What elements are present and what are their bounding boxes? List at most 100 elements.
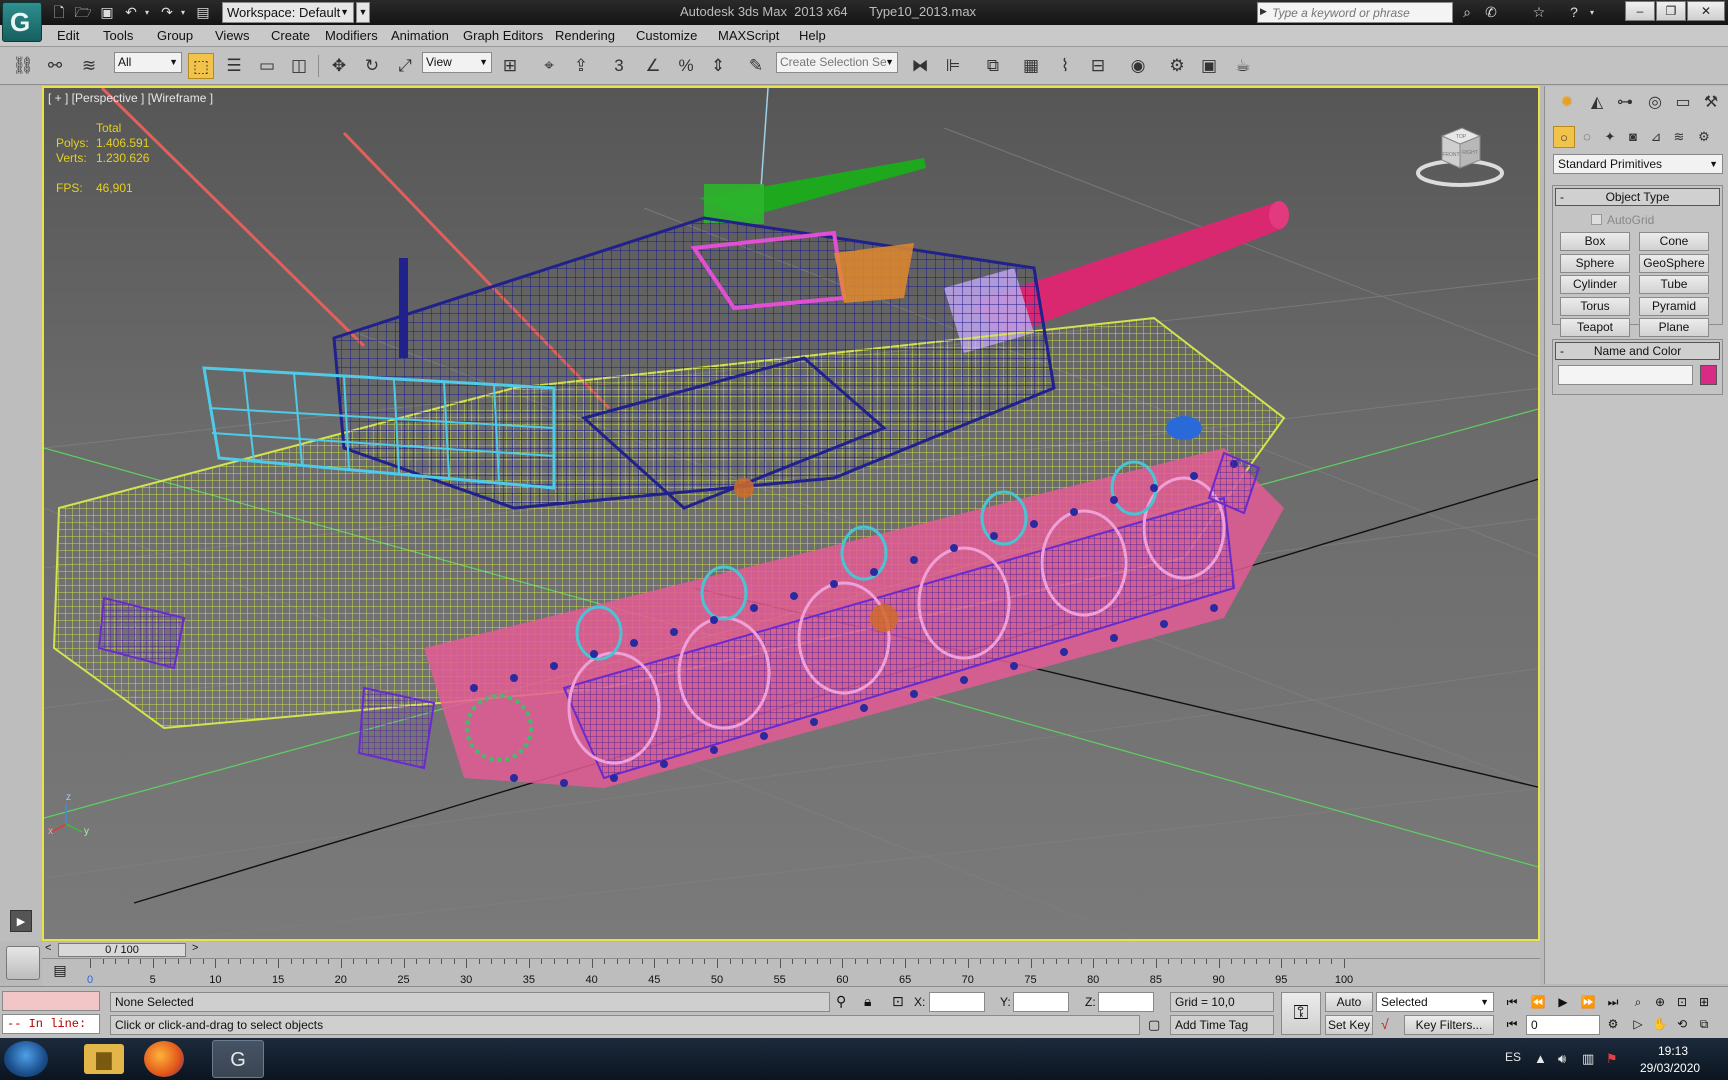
box-button[interactable]: Box [1560,232,1630,251]
time-tag-icon[interactable]: ▢ [1148,1017,1160,1033]
object-category-dropdown[interactable]: Standard Primitives ▼ [1553,154,1723,174]
create-tab-icon[interactable]: ✹ [1555,91,1579,115]
geometry-icon[interactable]: ○ [1553,126,1575,148]
maximize-button[interactable]: ❐ [1656,1,1686,21]
current-frame-field[interactable]: 0 [1526,1015,1600,1035]
auto-key-button[interactable]: Auto Key [1325,992,1373,1027]
object-type-rollout-header[interactable]: - Object Type [1555,188,1720,206]
zoom-extents-icon[interactable]: ⊡ [1672,993,1692,1011]
quick-access-customize-icon[interactable]: ▼ [356,2,370,23]
unlink-selection-icon[interactable]: ⚯ [42,53,68,79]
render-setup-icon[interactable]: ⚙ [1164,53,1190,79]
menu-maxscript[interactable]: MAXScript [718,28,779,43]
time-slider[interactable]: 0 / 100 [58,943,186,957]
bind-to-space-warp-icon[interactable]: ≋ [76,53,102,79]
percent-snap-icon[interactable]: % [673,53,699,79]
helpers-icon[interactable]: ⊿ [1645,126,1667,148]
cylinder-button[interactable]: Cylinder [1560,275,1630,294]
lights-icon[interactable]: ✦ [1599,126,1621,148]
hierarchy-tab-icon[interactable]: ⊶ [1613,91,1637,115]
select-and-scale-icon[interactable]: ⤢ [392,53,418,79]
close-button[interactable]: ✕ [1687,1,1725,21]
selection-filter-dropdown[interactable]: All ▼ [114,52,182,73]
key-filters-button[interactable]: Key Filters... [1404,1015,1494,1035]
isolate-selection-icon[interactable]: ⚲ [836,993,846,1010]
set-key-button[interactable]: Set Key [1325,1015,1373,1035]
binoculars-icon[interactable]: ⌕ [1458,4,1476,21]
material-editor-icon[interactable]: ◉ [1125,53,1151,79]
mirror-icon[interactable]: ⧓ [907,53,933,79]
rendered-frame-window-icon[interactable]: ▣ [1196,53,1222,79]
set-key-mode-icon[interactable]: ⚿ [1281,992,1321,1035]
space-warps-icon[interactable]: ≋ [1668,126,1690,148]
render-production-icon[interactable]: ☕ [1230,53,1256,79]
zoom-extents-all-icon[interactable]: ⊞ [1694,993,1714,1011]
save-icon[interactable]: ▣ [98,4,116,21]
project-icon[interactable]: ▤ [194,4,212,21]
keyboard-shortcut-override-icon[interactable]: ⇪ [568,53,594,79]
absolute-mode-icon[interactable]: ⊡ [892,993,904,1010]
orbit-icon[interactable]: ⟲ [1672,1015,1692,1033]
volume-icon[interactable]: 🔊︎ [1558,1051,1566,1067]
workspace-dropdown[interactable]: Workspace: Default ▼ [222,2,354,23]
search-input[interactable] [1258,3,1452,22]
language-indicator[interactable]: ES [1505,1050,1521,1064]
manage-layers-icon[interactable]: ⧉ [980,53,1006,79]
search-box[interactable] [1257,2,1453,23]
z-coord-field[interactable] [1098,992,1154,1012]
cone-button[interactable]: Cone [1639,232,1709,251]
autogrid-checkbox[interactable]: AutoGrid [1591,213,1654,227]
tube-button[interactable]: Tube [1639,275,1709,294]
menu-animation[interactable]: Animation [391,28,449,43]
zoom-all-icon[interactable]: ⊕ [1650,993,1670,1011]
time-configuration-icon[interactable]: ⚙ [1603,1015,1623,1033]
viewcube[interactable]: TOP FRONT RIGHT [1414,118,1506,188]
file-explorer-icon[interactable]: ▆ [84,1044,124,1074]
selection-lock-icon[interactable]: 🔒︎ [864,993,871,1010]
time-slider-next-icon[interactable]: > [192,942,198,954]
time-slider-prev-icon[interactable]: < [45,942,51,954]
schematic-view-icon[interactable]: ⊟ [1085,53,1111,79]
named-selection-dropdown[interactable]: Create Selection Se ▼ [776,52,898,73]
spinner-snap-icon[interactable]: ⇕ [705,53,731,79]
pivot-point-center-icon[interactable]: ⊞ [497,53,523,79]
clock-time[interactable]: 19:13 [1658,1044,1688,1058]
network-icon[interactable]: ▥ [1582,1051,1594,1067]
x-coord-field[interactable] [929,992,985,1012]
select-and-link-icon[interactable]: ⛓ [10,53,36,79]
minilistener-icon[interactable] [6,946,40,980]
new-file-icon[interactable]: 🗋 [50,4,68,21]
modify-tab-icon[interactable]: ◭ [1585,91,1609,115]
expand-play-icon[interactable]: ▶ [10,910,32,932]
viewport-label-menu[interactable]: [ + ] [Perspective ] [Wireframe ] [48,91,213,105]
action-center-flag-icon[interactable]: ⚑ [1606,1051,1618,1067]
align-icon[interactable]: ⊫ [940,53,966,79]
graphite-modeling-tools-icon[interactable]: ▦ [1018,53,1044,79]
menu-views[interactable]: Views [215,28,249,43]
geosphere-button[interactable]: GeoSphere [1639,254,1709,273]
key-filters-curve-icon[interactable]: √ [1381,1016,1389,1032]
help-icon[interactable]: ? [1565,4,1583,21]
zoom-icon[interactable]: ⌕ [1628,993,1648,1011]
maxscript-listener-input[interactable]: -- In line: [2,1014,100,1034]
name-color-rollout-header[interactable]: - Name and Color [1555,342,1720,360]
track-bar[interactable]: ▤ 0 5 10 15 20 25 30 35 40 45 50 55 60 65 70 75 80 85 90 95… [42,958,1540,986]
pan-view-icon[interactable]: ✋ [1650,1015,1670,1033]
curve-editor-icon[interactable]: ⌇ [1052,53,1078,79]
plane-button[interactable]: Plane [1639,318,1709,337]
add-time-tag-field[interactable]: Add Time Tag [1170,1015,1274,1035]
y-coord-field[interactable] [1013,992,1069,1012]
select-object-icon[interactable]: ⬚ [188,53,214,79]
app-logo[interactable]: G [2,2,42,42]
select-and-move-icon[interactable]: ✥ [326,53,352,79]
teapot-button[interactable]: Teapot [1560,318,1630,337]
play-icon[interactable]: ▶ [1553,993,1573,1011]
perspective-viewport[interactable]: [ + ] [Perspective ] [Wireframe ] Total … [42,86,1540,941]
open-file-icon[interactable]: 🗁 [74,4,92,21]
systems-icon[interactable]: ⚙ [1693,126,1715,148]
search-expand-icon[interactable]: ▶ [1260,6,1267,17]
object-color-swatch[interactable] [1700,365,1717,385]
select-and-rotate-icon[interactable]: ↻ [359,53,385,79]
undo-dropdown-icon[interactable]: ▾ [138,4,156,21]
tray-expand-icon[interactable]: ▲ [1534,1051,1547,1066]
